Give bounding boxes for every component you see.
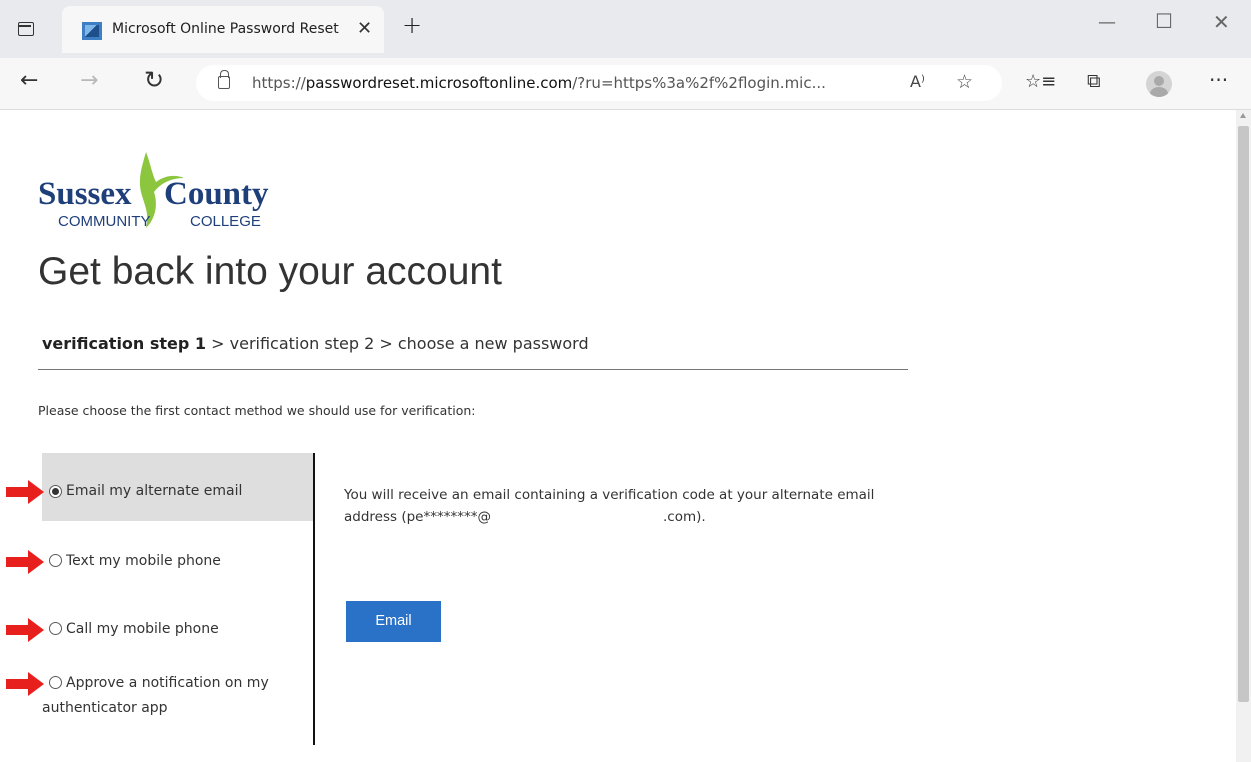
email-button[interactable]: Email bbox=[346, 601, 441, 642]
logo-word-community: COMMUNITY bbox=[58, 213, 151, 230]
sussex-county-college-logo: Sussex County COMMUNITY COLLEGE bbox=[38, 152, 269, 230]
microsoft-favicon bbox=[82, 22, 102, 40]
minimize-icon[interactable]: — bbox=[1098, 12, 1116, 33]
option-authenticator-notification[interactable]: Approve a notification on my authenticat… bbox=[42, 664, 313, 730]
description-line-2-start: address (pe********@ bbox=[344, 509, 491, 525]
collections-icon[interactable]: ⧉ bbox=[1087, 70, 1101, 92]
scroll-thumb[interactable] bbox=[1238, 126, 1249, 702]
option-text-mobile[interactable]: Text my mobile phone bbox=[42, 540, 313, 580]
radio-call-mobile[interactable] bbox=[49, 622, 62, 635]
logo-word-sussex: Sussex bbox=[38, 176, 132, 212]
maximize-icon[interactable]: ☐ bbox=[1155, 9, 1173, 33]
profile-avatar[interactable] bbox=[1146, 71, 1172, 97]
red-arrow-icon bbox=[6, 480, 44, 504]
step-separator: > bbox=[374, 334, 398, 353]
option-label[interactable]: authenticator app bbox=[42, 700, 168, 716]
option-call-mobile[interactable]: Call my mobile phone bbox=[42, 608, 313, 648]
address-bar[interactable]: https://passwordreset.microsoftonline.co… bbox=[196, 65, 1002, 101]
step-2: verification step 2 bbox=[229, 334, 375, 353]
back-icon[interactable]: ← bbox=[20, 68, 38, 93]
options-divider bbox=[313, 453, 315, 745]
option-email-alternate[interactable]: Email my alternate email bbox=[42, 453, 313, 521]
logo-word-county: County bbox=[164, 176, 269, 212]
browser-tab[interactable]: Microsoft Online Password Reset ✕ bbox=[62, 6, 384, 53]
new-tab-icon[interactable]: + bbox=[402, 11, 422, 39]
verification-steps-breadcrumb: verification step 1 > verification step … bbox=[42, 334, 589, 353]
forward-icon: → bbox=[80, 68, 99, 93]
radio-email-alternate[interactable] bbox=[49, 485, 62, 498]
step-current: verification step 1 bbox=[42, 334, 207, 353]
step-3: choose a new password bbox=[397, 334, 589, 353]
tab-title: Microsoft Online Password Reset bbox=[112, 21, 339, 37]
add-favorite-icon[interactable]: ☆ bbox=[956, 71, 973, 93]
browser-tab-strip: Microsoft Online Password Reset ✕ + — ☐ … bbox=[0, 0, 1251, 58]
close-icon[interactable]: ✕ bbox=[357, 18, 372, 39]
option-label[interactable]: Text my mobile phone bbox=[66, 553, 221, 569]
red-arrow-icon bbox=[6, 550, 44, 574]
window-close-icon[interactable]: ✕ bbox=[1213, 10, 1230, 34]
radio-text-mobile[interactable] bbox=[49, 554, 62, 567]
logo-word-college: COLLEGE bbox=[190, 213, 261, 230]
favorites-icon[interactable]: ☆≡ bbox=[1025, 71, 1056, 92]
description-line-1: You will receive an email containing a v… bbox=[344, 487, 875, 503]
tab-actions-icon[interactable] bbox=[18, 22, 34, 36]
option-label[interactable]: Call my mobile phone bbox=[66, 621, 219, 637]
red-arrow-icon bbox=[6, 672, 44, 696]
vertical-scrollbar[interactable] bbox=[1236, 110, 1251, 762]
scroll-up-arrow[interactable] bbox=[1240, 113, 1246, 118]
more-icon[interactable]: ··· bbox=[1209, 68, 1228, 92]
radio-authenticator-notification[interactable] bbox=[49, 676, 62, 689]
option-label[interactable]: Email my alternate email bbox=[66, 483, 242, 499]
lock-icon[interactable] bbox=[218, 70, 230, 89]
description-line-2-end: .com). bbox=[662, 509, 706, 525]
read-aloud-icon[interactable]: A⁾ bbox=[910, 72, 925, 91]
page-title: Get back into your account bbox=[38, 250, 502, 293]
instructions-text: Please choose the first contact method w… bbox=[38, 403, 476, 418]
method-description: You will receive an email containing a v… bbox=[344, 484, 934, 528]
address-bar-row: ← → ↻ https://passwordreset.microsoftonl… bbox=[0, 58, 1251, 110]
option-label[interactable]: Approve a notification on my bbox=[66, 675, 269, 691]
red-arrow-icon bbox=[6, 618, 44, 642]
url-text[interactable]: https://passwordreset.microsoftonline.co… bbox=[252, 74, 826, 92]
step-separator: > bbox=[206, 334, 230, 353]
steps-divider bbox=[38, 369, 908, 370]
refresh-icon[interactable]: ↻ bbox=[144, 66, 164, 94]
